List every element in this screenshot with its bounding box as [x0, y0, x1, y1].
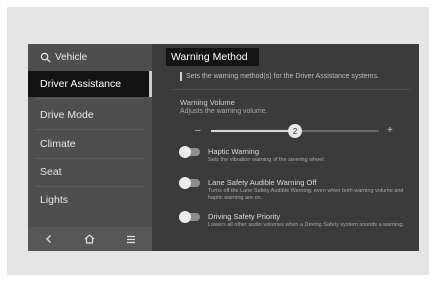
option-description: Lowers all other audio volumes when a Dr… [208, 222, 404, 228]
haptic-warning-toggle[interactable] [179, 146, 200, 158]
back-button[interactable] [37, 229, 61, 249]
infotainment-screen: Vehicle Driver Assistance Drive Mode Cli… [28, 44, 419, 251]
sidebar-item-lights[interactable]: Lights [28, 187, 152, 213]
home-button[interactable] [78, 229, 102, 249]
search-icon [40, 52, 51, 63]
description-text: Sets the warning method(s) for the Drive… [186, 73, 379, 80]
volume-title: Warning Volume [180, 98, 235, 107]
lane-safety-audible-warning-off-toggle[interactable] [179, 177, 200, 189]
divider [172, 89, 411, 90]
divider [36, 129, 144, 130]
volume-subtitle: Adjusts the warning volume. [180, 108, 268, 115]
volume-value: 2 [292, 126, 298, 136]
sidebar-item-climate[interactable]: Climate [28, 131, 152, 157]
sidebar-search[interactable]: Vehicle [28, 44, 152, 70]
bottom-nav-bar [28, 227, 152, 251]
option-title: Driving Safety Priority [208, 212, 281, 221]
sidebar: Vehicle Driver Assistance Drive Mode Cli… [28, 44, 152, 251]
volume-slider[interactable]: – 2 + [191, 124, 401, 138]
option-description: Sets the vibration warning of the steeri… [208, 157, 326, 163]
back-icon [45, 235, 51, 243]
sidebar-item-label: Climate [40, 138, 76, 150]
sidebar-item-drive-mode[interactable]: Drive Mode [28, 102, 152, 128]
sidebar-item-seat[interactable]: Seat [28, 159, 152, 185]
info-bar-icon [180, 72, 182, 81]
home-icon [85, 234, 95, 244]
option-title: Haptic Warning [208, 147, 259, 156]
slider-knob[interactable]: 2 [288, 124, 302, 138]
menu-icon [127, 235, 136, 243]
menu-button[interactable] [119, 229, 143, 249]
sidebar-search-label: Vehicle [55, 51, 88, 63]
option-description: Turns off the Lane Safety Audible Warnin… [208, 188, 404, 201]
sidebar-item-label: Lights [40, 194, 69, 206]
driving-safety-priority-toggle[interactable] [179, 211, 200, 223]
sidebar-item-driver-assistance[interactable]: Driver Assistance [28, 71, 152, 97]
slider-fill [211, 130, 295, 132]
option-title: Lane Safety Audible Warning Off [208, 178, 317, 187]
sidebar-item-label: Driver Assistance [40, 78, 122, 90]
volume-decrease-button[interactable]: – [195, 124, 201, 138]
sidebar-item-label: Seat [40, 166, 62, 178]
page-title: Warning Method [166, 48, 259, 66]
page-description: Sets the warning method(s) for the Drive… [180, 72, 379, 81]
divider [36, 98, 144, 99]
volume-increase-button[interactable]: + [387, 124, 393, 138]
sidebar-item-label: Drive Mode [40, 109, 94, 121]
